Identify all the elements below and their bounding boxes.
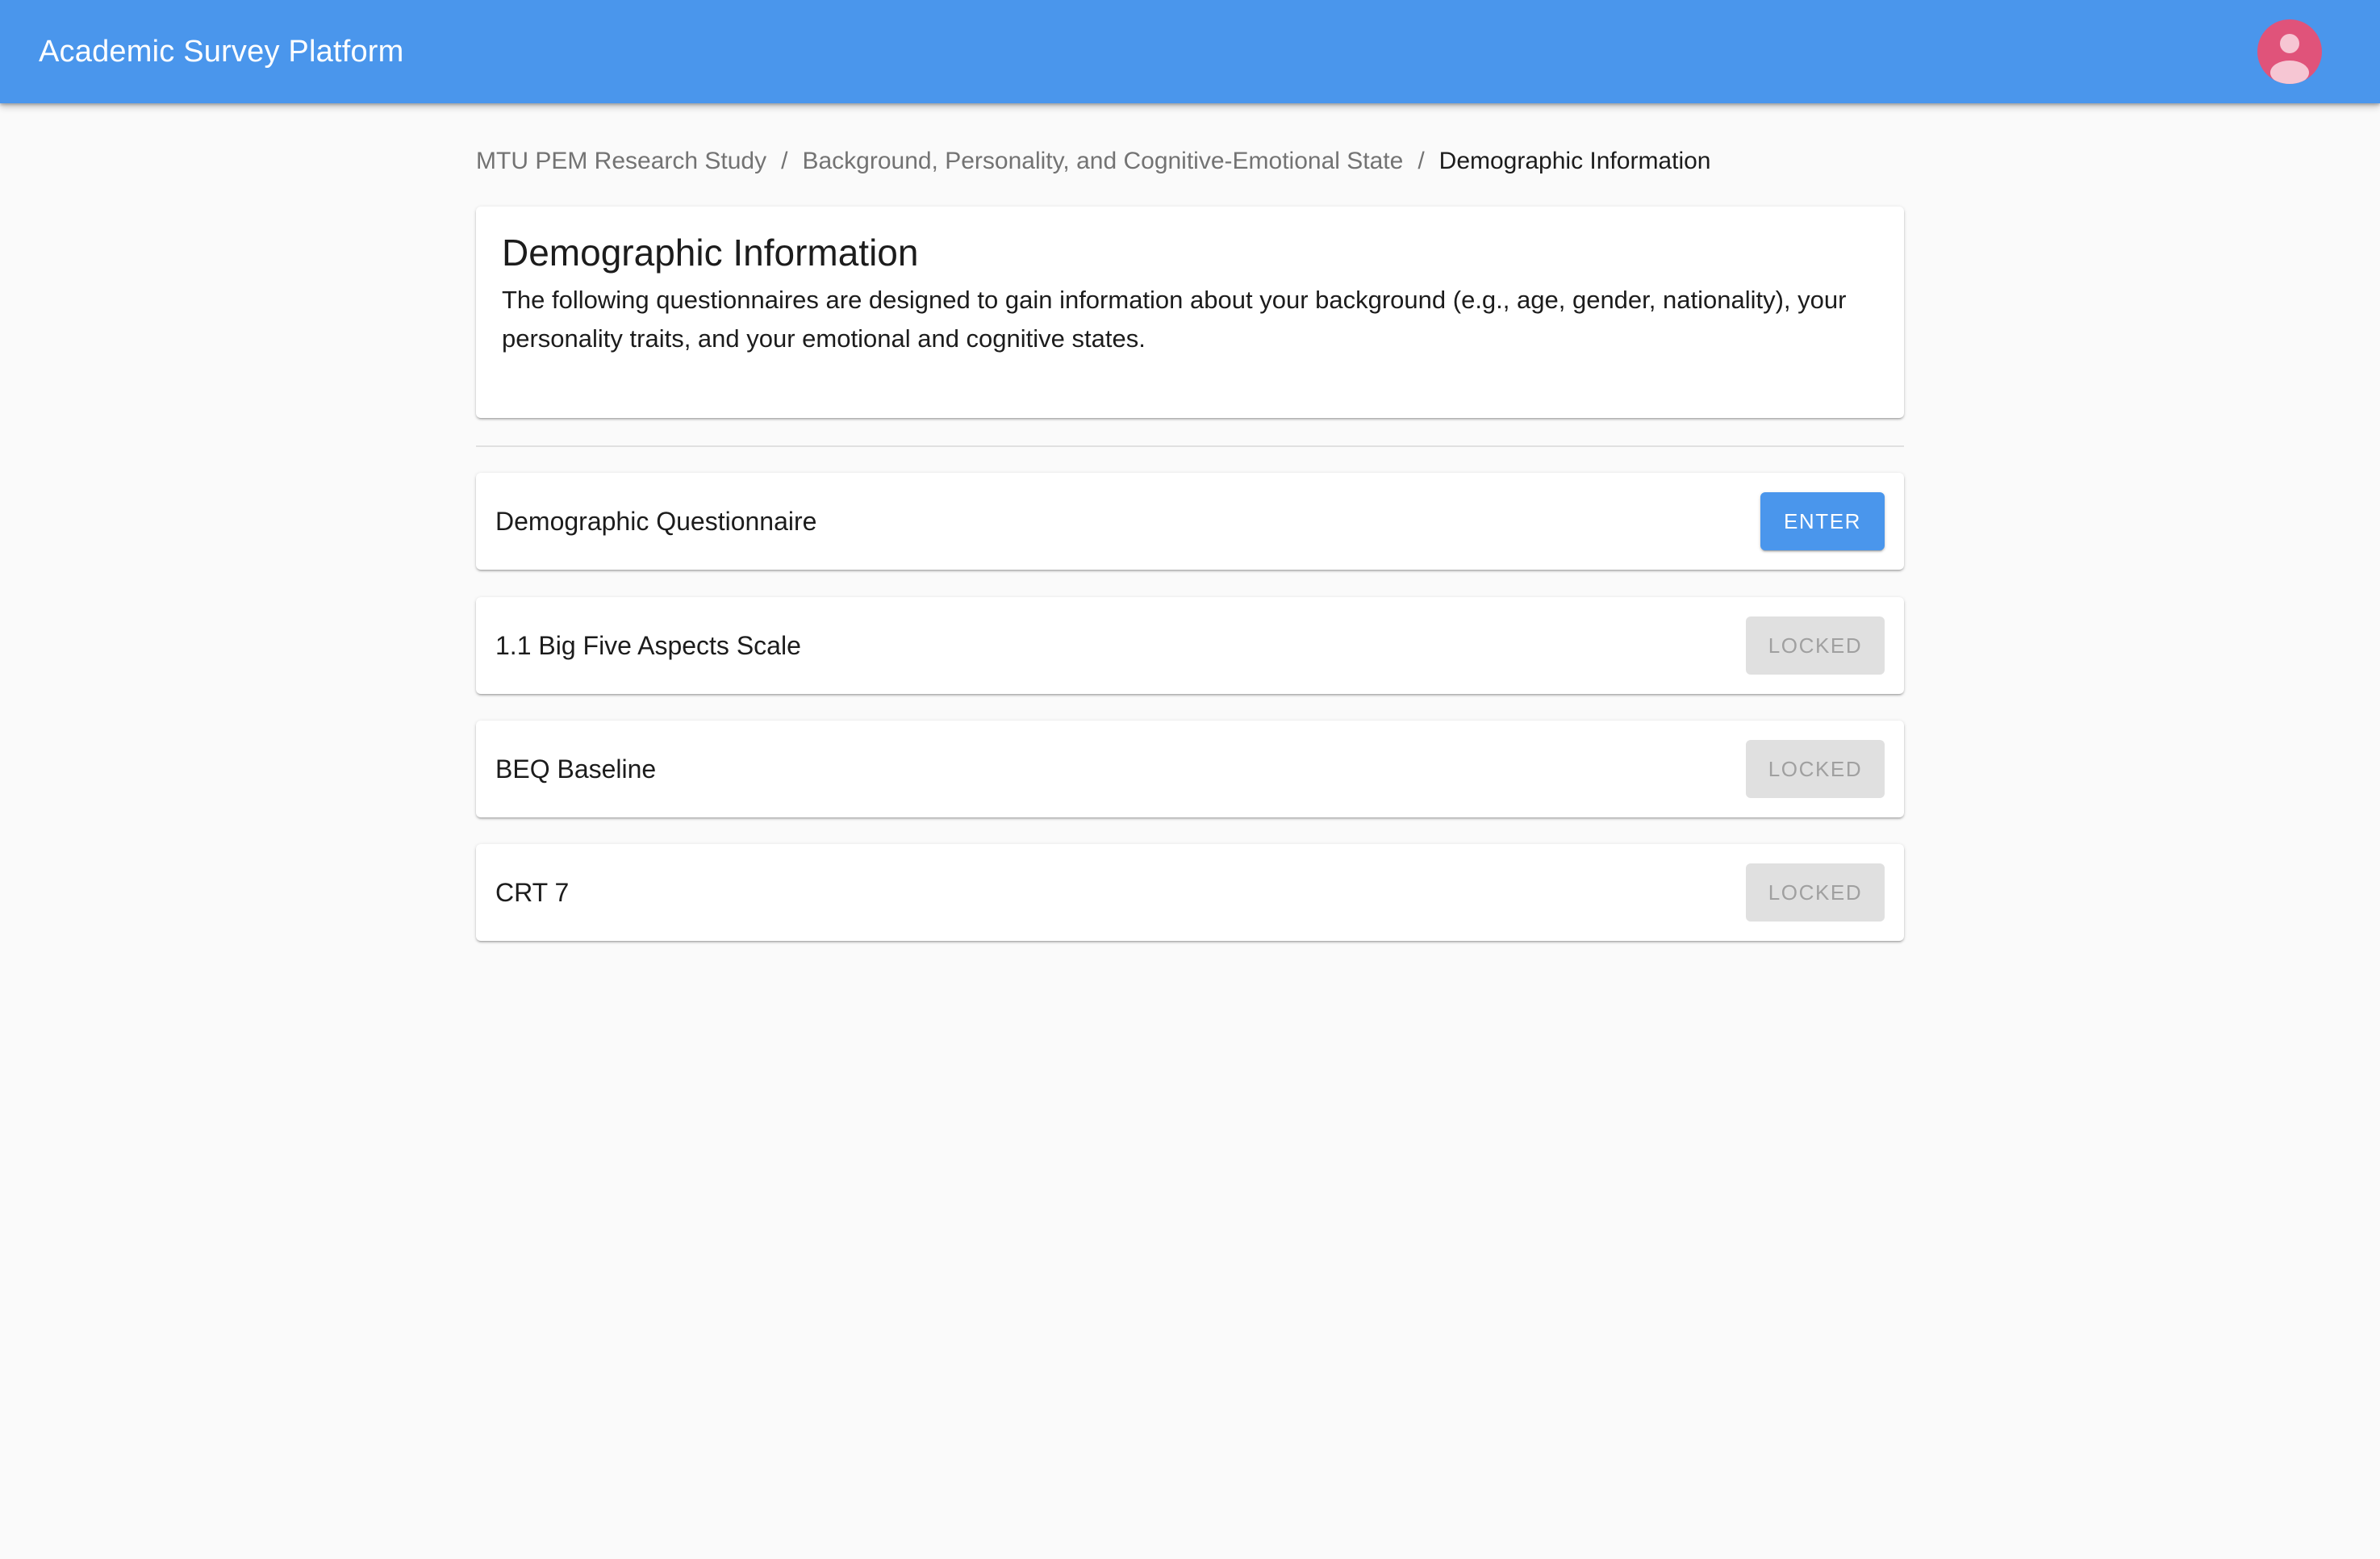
divider — [476, 445, 1904, 447]
breadcrumb-study-link[interactable]: MTU PEM Research Study — [476, 148, 766, 174]
questionnaire-row-demographic: Demographic Questionnaire ENTER — [476, 473, 1904, 570]
locked-button: LOCKED — [1746, 616, 1885, 675]
questionnaire-name: Demographic Questionnaire — [495, 507, 817, 536]
locked-button: LOCKED — [1746, 863, 1885, 922]
enter-button[interactable]: ENTER — [1760, 492, 1885, 550]
breadcrumb-separator: / — [1418, 148, 1425, 174]
section-description: The following questionnaires are designe… — [502, 286, 1847, 353]
section-info-card: Demographic Information The following qu… — [476, 207, 1904, 418]
questionnaire-name: BEQ Baseline — [495, 754, 657, 784]
questionnaire-name: CRT 7 — [495, 878, 570, 907]
breadcrumb-module-link[interactable]: Background, Personality, and Cognitive-E… — [802, 148, 1403, 174]
breadcrumb: MTU PEM Research Study / Background, Perso… — [476, 142, 1710, 181]
breadcrumb-current: Demographic Information — [1438, 148, 1711, 174]
avatar-person-icon — [2270, 34, 2309, 84]
locked-button: LOCKED — [1746, 740, 1885, 798]
questionnaire-row-big-five: 1.1 Big Five Aspects Scale LOCKED — [476, 597, 1904, 694]
questionnaire-row-crt-7: CRT 7 LOCKED — [476, 844, 1904, 941]
page-title: Demographic Information — [502, 232, 919, 274]
questionnaire-name: 1.1 Big Five Aspects Scale — [495, 631, 801, 660]
app-title: Academic Survey Platform — [39, 35, 404, 69]
breadcrumb-separator: / — [781, 148, 788, 174]
questionnaire-row-beq-baseline: BEQ Baseline LOCKED — [476, 721, 1904, 817]
app-bar: Academic Survey Platform — [0, 0, 2380, 103]
account-icon[interactable] — [2257, 19, 2322, 84]
